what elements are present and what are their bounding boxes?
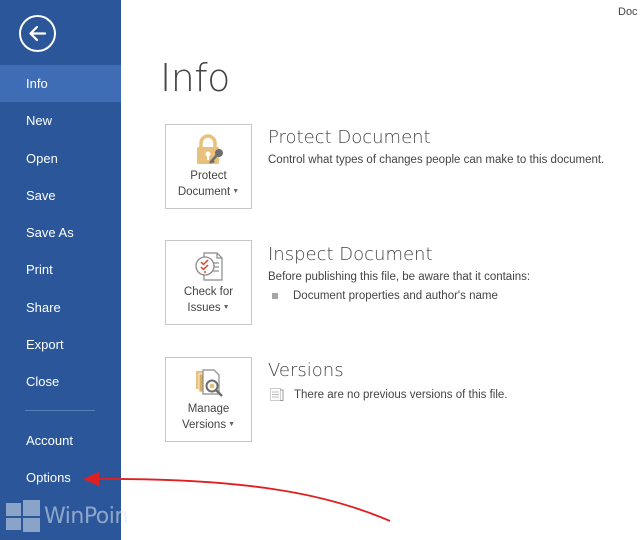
watermark: WinPoin (6, 500, 128, 532)
inspect-document-title: Inspect Document (268, 244, 433, 265)
sidebar-item-new[interactable]: New (0, 102, 121, 139)
sidebar-item-save-as[interactable]: Save As (0, 214, 121, 251)
sidebar-item-info[interactable]: Info (0, 65, 121, 102)
protect-document-label: Protect Document ▼ (177, 170, 240, 198)
protect-document-description: Control what types of changes people can… (268, 154, 605, 166)
watermark-text: WinPoin (44, 503, 128, 529)
versions-description: There are no previous versions of this f… (294, 389, 508, 401)
manage-versions-button[interactable]: Manage Versions ▼ (165, 357, 252, 442)
check-for-issues-label: Check for Issues ▼ (183, 286, 234, 314)
windows-logo-icon (6, 500, 40, 532)
sidebar-item-open[interactable]: Open (0, 140, 121, 177)
sidebar-item-share[interactable]: Share (0, 289, 121, 326)
dropdown-caret-icon: ▼ (222, 304, 230, 311)
sidebar-item-close[interactable]: Close (0, 363, 121, 400)
sidebar-divider (25, 410, 95, 411)
inspect-document-icon (195, 252, 223, 281)
window-title: Doc (618, 6, 638, 18)
sidebar-item-export[interactable]: Export (0, 326, 121, 363)
protect-document-title: Protect Document (268, 127, 431, 148)
manage-versions-label: Manage Versions ▼ (181, 403, 236, 431)
inspect-document-description: Before publishing this file, be aware th… (268, 271, 531, 283)
protect-document-button[interactable]: Protect Document ▼ (165, 124, 252, 209)
sidebar-item-options[interactable]: Options (0, 459, 121, 496)
check-for-issues-button[interactable]: Check for Issues ▼ (165, 240, 252, 325)
dropdown-caret-icon: ▼ (232, 188, 240, 195)
back-button[interactable] (19, 15, 56, 52)
lock-key-icon (197, 134, 223, 164)
annotation-arrow-line (97, 478, 391, 522)
backstage-sidebar: Info New Open Save Save As Print Share E… (0, 0, 128, 540)
sidebar-item-print[interactable]: Print (0, 251, 121, 288)
versions-document-icon (270, 388, 284, 401)
inspect-bullet-item: Document properties and author's name (293, 290, 498, 302)
back-arrow-icon (29, 25, 47, 42)
manage-versions-icon (196, 369, 223, 397)
dropdown-caret-icon: ▼ (228, 421, 236, 428)
versions-title: Versions (268, 360, 344, 381)
sidebar-item-account[interactable]: Account (0, 422, 121, 459)
bullet-icon (272, 293, 278, 299)
sidebar-item-save[interactable]: Save (0, 177, 121, 214)
page-title: Info (160, 56, 230, 100)
